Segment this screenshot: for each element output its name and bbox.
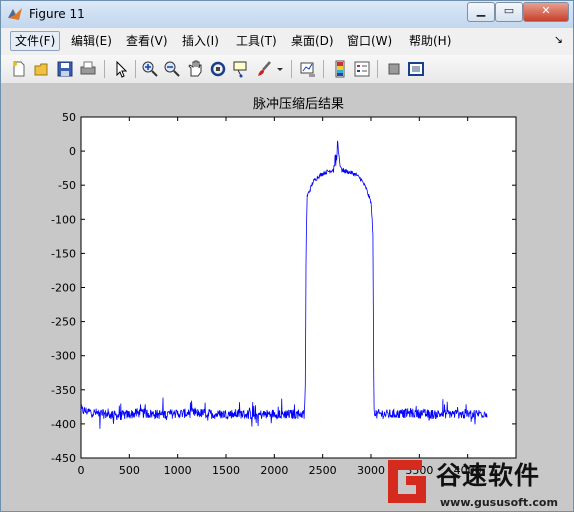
y-tick-label: -300 [51,350,76,363]
y-tick-label: -400 [51,418,76,431]
y-tick-label: -150 [51,247,76,260]
watermark-site: www.gususoft.com [440,496,558,509]
matlab-app-icon [8,8,22,20]
menu-desktop[interactable]: 桌面(D) [287,32,338,50]
x-tick-label: 500 [119,464,140,477]
menu-bar: 文件(F) 编辑(E) 查看(V) 插入(I) 工具(T) 桌面(D) 窗口(W… [1,28,573,54]
chart-title: 脉冲压缩后结果 [253,96,344,112]
maximize-button[interactable]: ▭ [495,2,523,22]
menu-help[interactable]: 帮助(H) [405,32,455,50]
toolbar-separator [291,60,292,78]
figure-window: Figure 11 ▁ ▭ ✕ 文件(F) 编辑(E) 查看(V) 插入(I) … [0,0,574,512]
menu-insert[interactable]: 插入(I) [178,32,223,50]
menu-file[interactable]: 文件(F) [10,31,61,51]
data-cursor-icon[interactable] [232,60,250,78]
zoom-in-icon[interactable] [141,60,159,78]
legend-icon[interactable] [353,60,371,78]
toolbar-separator [104,60,105,78]
figure-toolbar [1,55,573,84]
minimize-button[interactable]: ▁ [467,2,495,22]
menu-tools[interactable]: 工具(T) [232,32,281,50]
hide-plot-tools-icon[interactable] [385,60,403,78]
pan-hand-icon[interactable] [186,60,204,78]
pulse-compression-plot[interactable]: 0 500 1000 1500 2000 2500 3000 3500 4000500-50-1… [1,84,573,511]
y-tick-label: -200 [51,282,76,295]
new-figure-icon[interactable] [10,60,28,78]
colorbar-icon[interactable] [331,60,349,78]
print-icon[interactable] [79,60,97,78]
brush-icon[interactable] [255,60,273,78]
edit-plot-arrow-icon[interactable] [112,60,130,78]
x-tick-label: 2500 [309,464,337,477]
x-tick-label: 1500 [212,464,240,477]
y-tick-label: -100 [51,213,76,226]
brush-dropdown-icon[interactable] [275,60,285,78]
figure-canvas[interactable]: 0 500 1000 1500 2000 2500 3000 3500 4000 50 0 -50 -1… [1,84,573,511]
show-plot-tools-icon[interactable] [407,60,425,78]
open-file-icon[interactable] [33,60,51,78]
y-tick-label: 50 [62,111,76,124]
toolbar-separator [323,60,324,78]
axes-background [80,116,517,459]
y-tick-label: -450 [51,452,76,465]
menu-edit[interactable]: 编辑(E) [67,32,116,50]
link-plot-icon[interactable] [299,60,317,78]
zoom-out-icon[interactable] [163,60,181,78]
toolbar-separator [135,60,136,78]
y-tick-label: -250 [51,316,76,329]
title-bar[interactable]: Figure 11 ▁ ▭ ✕ [1,1,573,28]
menu-window[interactable]: 窗口(W) [343,32,396,50]
menu-view[interactable]: 查看(V) [122,32,172,50]
x-tick-label: 1000 [164,464,192,477]
window-title: Figure 11 [29,7,85,21]
save-icon[interactable] [56,60,74,78]
x-tick-label: 2000 [260,464,288,477]
y-tick-label: -350 [51,384,76,397]
toolbar-separator [377,60,378,78]
watermark-brand: 谷速软件 [436,461,541,490]
close-button[interactable]: ✕ [523,2,569,22]
rotate-3d-icon[interactable] [209,60,227,78]
y-tick-label: -50 [58,179,76,192]
dock-arrow-icon[interactable]: ↘ [554,33,563,46]
x-tick-label: 0 [78,464,85,477]
y-tick-label: 0 [69,145,76,158]
